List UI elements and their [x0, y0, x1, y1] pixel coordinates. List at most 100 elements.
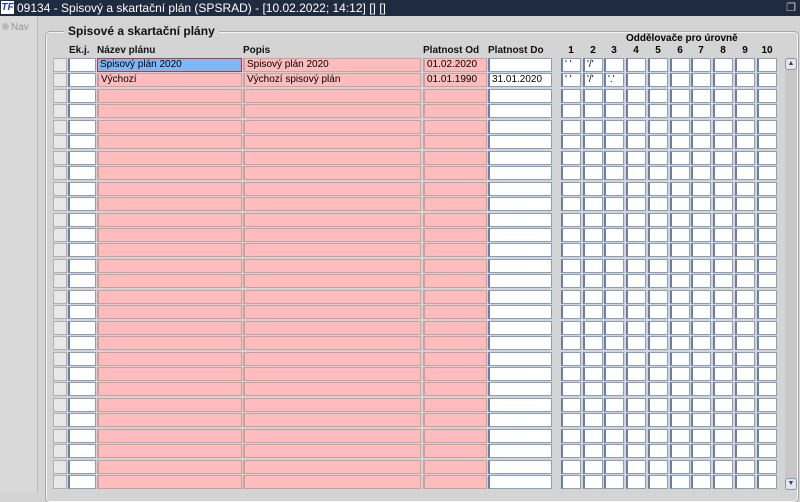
ekj-field[interactable] — [68, 367, 96, 381]
separator-field-7[interactable] — [691, 413, 711, 427]
platnost-od-field[interactable] — [423, 305, 487, 319]
platnost-od-field[interactable]: 01.02.2020 — [423, 58, 487, 72]
separator-field-1[interactable] — [561, 305, 581, 319]
row-selector[interactable] — [53, 460, 67, 474]
popis-field[interactable] — [243, 182, 421, 196]
separator-field-3[interactable] — [604, 413, 624, 427]
nazev-field[interactable] — [97, 290, 242, 304]
separator-field-10[interactable] — [757, 166, 777, 180]
row-selector[interactable] — [53, 182, 67, 196]
separator-field-8[interactable] — [713, 429, 733, 443]
platnost-od-field[interactable] — [423, 429, 487, 443]
separator-field-4[interactable] — [626, 398, 646, 412]
platnost-do-field[interactable] — [488, 182, 552, 196]
ekj-field[interactable] — [68, 182, 96, 196]
separator-field-10[interactable] — [757, 120, 777, 134]
separator-field-3[interactable] — [604, 290, 624, 304]
separator-field-10[interactable] — [757, 151, 777, 165]
separator-field-10[interactable] — [757, 305, 777, 319]
separator-field-5[interactable] — [648, 290, 668, 304]
separator-field-3[interactable] — [604, 444, 624, 458]
separator-field-9[interactable] — [735, 444, 755, 458]
popis-field[interactable] — [243, 259, 421, 273]
separator-field-7[interactable] — [691, 352, 711, 366]
separator-field-3[interactable] — [604, 259, 624, 273]
separator-field-7[interactable] — [691, 166, 711, 180]
separator-field-10[interactable] — [757, 104, 777, 118]
separator-field-10[interactable] — [757, 259, 777, 273]
popis-field[interactable] — [243, 213, 421, 227]
separator-field-5[interactable] — [648, 259, 668, 273]
ekj-field[interactable] — [68, 243, 96, 257]
separator-field-8[interactable] — [713, 398, 733, 412]
separator-field-5[interactable] — [648, 213, 668, 227]
platnost-od-field[interactable] — [423, 197, 487, 211]
platnost-do-field[interactable] — [488, 228, 552, 242]
separator-field-1[interactable] — [561, 290, 581, 304]
separator-field-6[interactable] — [670, 274, 690, 288]
separator-field-7[interactable] — [691, 104, 711, 118]
separator-field-7[interactable] — [691, 89, 711, 103]
separator-field-2[interactable] — [583, 321, 603, 335]
ekj-field[interactable] — [68, 336, 96, 350]
popis-field[interactable] — [243, 382, 421, 396]
separator-field-8[interactable] — [713, 290, 733, 304]
nazev-field[interactable] — [97, 336, 242, 350]
separator-field-8[interactable] — [713, 413, 733, 427]
separator-field-7[interactable] — [691, 398, 711, 412]
separator-field-10[interactable] — [757, 460, 777, 474]
separator-field-6[interactable] — [670, 413, 690, 427]
vertical-scrollbar[interactable]: ▲ ▼ — [785, 58, 797, 490]
separator-field-9[interactable] — [735, 135, 755, 149]
separator-field-5[interactable] — [648, 120, 668, 134]
separator-field-3[interactable] — [604, 197, 624, 211]
platnost-do-field[interactable]: 31.01.2020 — [488, 73, 552, 87]
separator-field-8[interactable] — [713, 213, 733, 227]
separator-field-4[interactable] — [626, 259, 646, 273]
separator-field-7[interactable] — [691, 135, 711, 149]
separator-field-5[interactable] — [648, 305, 668, 319]
separator-field-9[interactable] — [735, 73, 755, 87]
separator-field-1[interactable] — [561, 213, 581, 227]
separator-field-4[interactable] — [626, 120, 646, 134]
separator-field-7[interactable] — [691, 243, 711, 257]
popis-field[interactable] — [243, 413, 421, 427]
separator-field-8[interactable] — [713, 89, 733, 103]
row-selector[interactable] — [53, 73, 67, 87]
separator-field-2[interactable] — [583, 135, 603, 149]
separator-field-7[interactable] — [691, 429, 711, 443]
separator-field-5[interactable] — [648, 104, 668, 118]
separator-field-7[interactable] — [691, 274, 711, 288]
platnost-od-field[interactable] — [423, 182, 487, 196]
separator-field-8[interactable] — [713, 120, 733, 134]
separator-field-4[interactable] — [626, 290, 646, 304]
separator-field-3[interactable] — [604, 398, 624, 412]
ekj-field[interactable] — [68, 398, 96, 412]
separator-field-10[interactable] — [757, 444, 777, 458]
popis-field[interactable] — [243, 274, 421, 288]
nazev-field[interactable] — [97, 259, 242, 273]
separator-field-7[interactable] — [691, 182, 711, 196]
platnost-od-field[interactable] — [423, 104, 487, 118]
separator-field-4[interactable] — [626, 305, 646, 319]
ekj-field[interactable] — [68, 151, 96, 165]
platnost-od-field[interactable] — [423, 444, 487, 458]
ekj-field[interactable] — [68, 259, 96, 273]
separator-field-3[interactable] — [604, 475, 624, 489]
separator-field-3[interactable] — [604, 135, 624, 149]
separator-field-2[interactable] — [583, 429, 603, 443]
separator-field-2[interactable] — [583, 120, 603, 134]
nazev-field[interactable] — [97, 382, 242, 396]
separator-field-2[interactable] — [583, 382, 603, 396]
separator-field-2[interactable] — [583, 413, 603, 427]
separator-field-10[interactable] — [757, 89, 777, 103]
platnost-od-field[interactable] — [423, 290, 487, 304]
platnost-do-field[interactable] — [488, 120, 552, 134]
separator-field-7[interactable] — [691, 58, 711, 72]
separator-field-10[interactable] — [757, 290, 777, 304]
separator-field-7[interactable] — [691, 228, 711, 242]
platnost-do-field[interactable] — [488, 398, 552, 412]
separator-field-6[interactable] — [670, 398, 690, 412]
platnost-do-field[interactable] — [488, 166, 552, 180]
separator-field-3[interactable] — [604, 305, 624, 319]
